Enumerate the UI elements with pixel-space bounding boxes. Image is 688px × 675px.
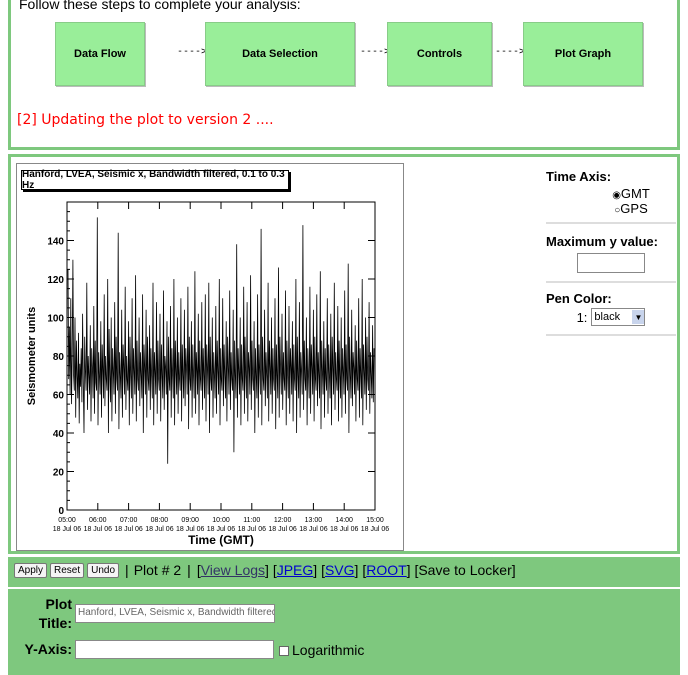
x-tick-date-label: 18 Jul 06 bbox=[361, 526, 390, 533]
x-tick-date-label: 18 Jul 06 bbox=[268, 526, 297, 533]
toolbar-separator: | bbox=[187, 562, 191, 578]
plot-number: Plot # 2 bbox=[133, 562, 182, 578]
x-tick-time-label: 11:00 bbox=[243, 517, 260, 524]
apply-button[interactable]: Apply bbox=[14, 562, 48, 578]
x-tick-date-label: 18 Jul 06 bbox=[207, 526, 236, 533]
pen-color-value: black bbox=[594, 311, 621, 323]
step-data-flow-button[interactable]: Data Flow bbox=[55, 22, 145, 86]
x-tick-time-label: 06:00 bbox=[89, 517, 107, 524]
x-tick-date-label: 18 Jul 06 bbox=[299, 526, 328, 533]
x-tick-time-label: 05:00 bbox=[58, 517, 76, 524]
step-arrow: ----> bbox=[495, 46, 526, 57]
svg-link[interactable]: SVG bbox=[325, 562, 355, 578]
x-tick-date-label: 18 Jul 06 bbox=[330, 526, 359, 533]
plot-title-label: Plot Title: bbox=[38, 596, 72, 631]
pen-color-select[interactable]: black ▼ bbox=[591, 308, 646, 326]
x-tick-time-label: 08:00 bbox=[151, 517, 169, 524]
x-tick-date-label: 18 Jul 06 bbox=[145, 526, 174, 533]
y-tick-label: 80 bbox=[53, 352, 65, 363]
instructions-text: Follow these steps to complete your anal… bbox=[19, 0, 301, 12]
seismic-chart: 0 20 40 60 80 100 120 140 05:00 18 Jul 06 06:00 18 … bbox=[26, 201, 390, 547]
controls-panel: Apply Reset Undo | Plot # 2 | [View Logs… bbox=[8, 557, 680, 675]
reset-button[interactable]: Reset bbox=[50, 562, 85, 578]
x-tick-time-label: 09:00 bbox=[181, 517, 199, 524]
y-axis-label: Y-Axis: bbox=[24, 641, 72, 657]
time-axis-gps-option[interactable]: ○GPS bbox=[586, 201, 676, 216]
toolbar-separator: | bbox=[125, 562, 129, 578]
y-tick-label: 120 bbox=[47, 275, 64, 286]
plot-title-input[interactable]: Hanford, LVEA, Seismic x, Bandwidth filt… bbox=[75, 604, 275, 623]
view-logs-link[interactable]: View Logs bbox=[201, 562, 265, 578]
time-axis-label: Time Axis: bbox=[546, 169, 612, 184]
pen-index: 1: bbox=[576, 309, 588, 325]
time-axis-gmt-option[interactable]: ◉GMT bbox=[586, 186, 676, 201]
y-tick-label: 140 bbox=[47, 237, 64, 248]
step-plot-graph-button[interactable]: Plot Graph bbox=[523, 22, 643, 86]
x-tick-date-label: 18 Jul 06 bbox=[84, 526, 113, 533]
y-tick-label: 0 bbox=[58, 506, 64, 517]
options-panel: Time Axis: ◉GMT ○GPS Maximum y value: Pe… bbox=[546, 163, 676, 336]
x-tick-date-label: 18 Jul 06 bbox=[53, 526, 82, 533]
plot-toolbar: Apply Reset Undo | Plot # 2 | [View Logs… bbox=[14, 562, 516, 578]
y-axis-label: Seismometer units bbox=[26, 307, 38, 405]
save-to-locker-link[interactable]: Save to Locker bbox=[418, 562, 511, 578]
logarithmic-label: Logarithmic bbox=[292, 642, 365, 658]
x-tick-date-label: 18 Jul 06 bbox=[238, 526, 267, 533]
chevron-down-icon[interactable]: ▼ bbox=[632, 310, 645, 324]
logarithmic-checkbox[interactable] bbox=[279, 646, 289, 656]
step-data-selection-button[interactable]: Data Selection bbox=[205, 22, 355, 86]
y-tick-label: 20 bbox=[53, 468, 65, 479]
x-tick-time-label: 13:00 bbox=[305, 517, 323, 524]
step-arrow: ----> bbox=[360, 46, 391, 57]
root-link[interactable]: ROOT bbox=[366, 562, 406, 578]
radio-selected-icon[interactable]: ◉ bbox=[612, 190, 621, 201]
max-y-input[interactable] bbox=[577, 253, 645, 273]
x-tick-time-label: 15:00 bbox=[366, 517, 384, 524]
y-tick-label: 100 bbox=[47, 314, 64, 325]
x-tick-date-label: 18 Jul 06 bbox=[176, 526, 205, 533]
x-tick-time-label: 07:00 bbox=[120, 517, 138, 524]
x-tick-date-label: 18 Jul 06 bbox=[114, 526, 143, 533]
y-axis-input[interactable] bbox=[75, 640, 274, 659]
steps-panel: Follow these steps to complete your anal… bbox=[8, 0, 680, 150]
x-tick-time-label: 14:00 bbox=[335, 517, 353, 524]
status-message: [2] Updating the plot to version 2 .... bbox=[17, 112, 274, 128]
x-tick-time-label: 12:00 bbox=[274, 517, 292, 524]
step-controls-button[interactable]: Controls bbox=[387, 22, 492, 86]
jpeg-link[interactable]: JPEG bbox=[277, 562, 314, 578]
step-arrow: ----> bbox=[177, 46, 208, 57]
x-axis-label: Time (GMT) bbox=[188, 533, 254, 547]
plot-panel: Hanford, LVEA, Seismic x, Bandwidth filt… bbox=[8, 154, 680, 554]
y-tick-label: 40 bbox=[53, 429, 65, 440]
max-y-label: Maximum y value: bbox=[546, 234, 658, 249]
y-tick-label: 60 bbox=[53, 391, 65, 402]
x-tick-time-label: 10:00 bbox=[212, 517, 230, 524]
undo-button[interactable]: Undo bbox=[87, 562, 120, 578]
pen-color-label: Pen Color: bbox=[546, 291, 612, 306]
plot-canvas: Hanford, LVEA, Seismic x, Bandwidth filt… bbox=[16, 163, 404, 551]
